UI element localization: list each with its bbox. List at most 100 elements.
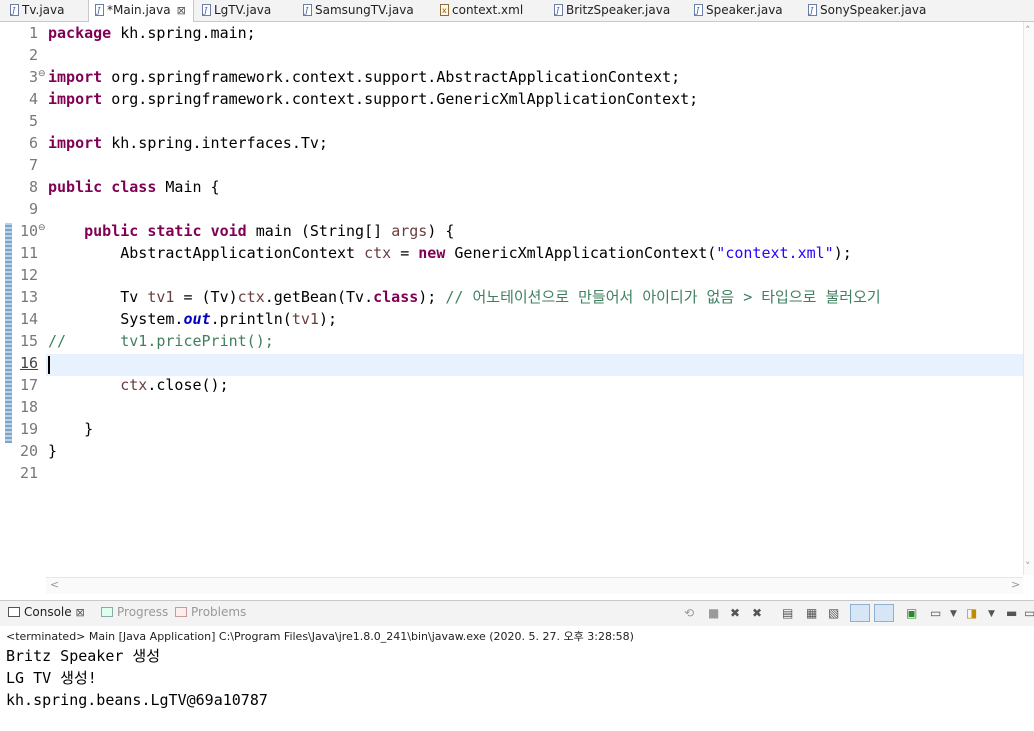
line-number: 16 bbox=[19, 354, 38, 372]
line-number: 11 bbox=[19, 244, 38, 262]
code-line[interactable]: public static void main (String[] args) … bbox=[48, 220, 454, 242]
line-number: 1 bbox=[28, 24, 38, 42]
line-number: 6 bbox=[28, 134, 38, 152]
remove-launch-icon[interactable]: ✖ bbox=[730, 606, 740, 620]
progress-icon bbox=[101, 607, 113, 617]
chevron-down-icon[interactable]: ▼ bbox=[988, 609, 995, 619]
code-line[interactable]: } bbox=[48, 418, 93, 440]
code-token: class bbox=[373, 288, 419, 306]
display-selected-console-icon[interactable]: ▭ bbox=[930, 606, 941, 620]
code-token: // tv1.pricePrint(); bbox=[48, 332, 274, 350]
horizontal-scrollbar[interactable]: < > bbox=[46, 577, 1023, 594]
code-line[interactable]: import org.springframework.context.suppo… bbox=[48, 66, 680, 88]
close-tab-icon[interactable]: ⊠ bbox=[75, 606, 84, 619]
code-token: args bbox=[391, 222, 428, 240]
console-status: <terminated> Main [Java Application] C:\… bbox=[6, 630, 634, 643]
code-line[interactable]: Tv tv1 = (Tv)ctx.getBean(Tv.class); // 어… bbox=[48, 286, 880, 308]
line-number: 10 bbox=[19, 222, 38, 240]
console-output-line: kh.spring.beans.LgTV@69a10787 bbox=[6, 691, 268, 709]
line-number: 15 bbox=[19, 332, 38, 350]
word-wrap-icon[interactable]: ▧ bbox=[828, 606, 839, 620]
maximize-icon[interactable]: ▭ bbox=[1024, 606, 1034, 620]
code-line[interactable]: public class Main { bbox=[48, 176, 220, 198]
java-file-icon bbox=[554, 0, 563, 21]
terminate-icon[interactable]: ■ bbox=[708, 606, 719, 620]
open-console-icon[interactable]: ◨ bbox=[966, 606, 977, 620]
code-line[interactable]: import org.springframework.context.suppo… bbox=[48, 88, 698, 110]
clear-console-icon[interactable]: ▤ bbox=[782, 606, 793, 620]
tab-sonyspeaker-java[interactable]: SonySpeaker.java bbox=[802, 0, 926, 21]
scroll-right-arrow-icon[interactable]: > bbox=[1011, 578, 1020, 591]
code-line[interactable]: package kh.spring.main; bbox=[48, 22, 256, 44]
tab-main-java[interactable]: *Main.java ⊠ bbox=[88, 0, 194, 22]
line-number: 5 bbox=[28, 112, 38, 130]
problems-icon bbox=[175, 607, 187, 617]
show-on-stderr-icon[interactable] bbox=[874, 604, 894, 622]
close-tab-icon[interactable]: ⊠ bbox=[177, 4, 186, 17]
tab-context-xml[interactable]: context.xml bbox=[434, 0, 523, 21]
vertical-scrollbar[interactable]: ˄ ˅ bbox=[1023, 22, 1034, 575]
code-line[interactable]: AbstractApplicationContext ctx = new Gen… bbox=[48, 242, 852, 264]
line-number: 14 bbox=[19, 310, 38, 328]
code-token: import bbox=[48, 90, 103, 108]
code-token: out bbox=[183, 310, 211, 328]
show-on-stdout-icon[interactable] bbox=[850, 604, 870, 622]
code-token: ); bbox=[833, 244, 852, 262]
scroll-down-arrow-icon[interactable]: ˅ bbox=[1025, 560, 1031, 573]
tab-samsungtv-java[interactable]: SamsungTV.java bbox=[297, 0, 414, 21]
code-token: public bbox=[84, 222, 139, 240]
tab-problems[interactable]: Problems bbox=[175, 605, 246, 619]
tab-britzspeaker-java[interactable]: BritzSpeaker.java bbox=[548, 0, 670, 21]
tab-lgtv-java[interactable]: LgTV.java bbox=[196, 0, 271, 21]
scroll-left-arrow-icon[interactable]: < bbox=[50, 578, 59, 591]
code-token: main (String[] bbox=[246, 222, 392, 240]
code-line[interactable]: ctx.close(); bbox=[48, 374, 229, 396]
tab-label: Problems bbox=[191, 605, 247, 619]
tab-speaker-java[interactable]: Speaker.java bbox=[688, 0, 783, 21]
disconnect-icon[interactable]: ⟲ bbox=[684, 606, 694, 620]
tab-tv-java[interactable]: Tv.java bbox=[4, 0, 64, 21]
scroll-lock-icon[interactable]: ▦ bbox=[806, 606, 817, 620]
line-number: 7 bbox=[28, 156, 38, 174]
code-token: "context.xml" bbox=[716, 244, 834, 262]
java-file-icon bbox=[694, 0, 703, 21]
console-output-line: LG TV 생성! bbox=[6, 669, 97, 687]
chevron-down-icon[interactable]: ▼ bbox=[950, 609, 957, 619]
tab-progress[interactable]: Progress bbox=[101, 605, 168, 619]
pin-console-icon[interactable]: ▣ bbox=[906, 606, 917, 620]
fold-collapse-icon[interactable]: ⊖ bbox=[38, 69, 46, 79]
tab-label: context.xml bbox=[452, 3, 524, 17]
code-token: Tv bbox=[48, 288, 148, 306]
remove-all-terminated-icon[interactable]: ✖ bbox=[752, 606, 762, 620]
code-line[interactable]: // tv1.pricePrint(); bbox=[48, 330, 274, 352]
code-area[interactable]: package kh.spring.main; import org.spring… bbox=[48, 22, 1022, 575]
code-token: System. bbox=[48, 310, 184, 328]
code-token: .close(); bbox=[147, 376, 229, 394]
line-number: 3 bbox=[28, 68, 38, 86]
line-number: 9 bbox=[28, 200, 38, 218]
code-line[interactable]: import kh.spring.interfaces.Tv; bbox=[48, 132, 328, 154]
code-token: class bbox=[111, 178, 157, 196]
code-token: .println( bbox=[210, 310, 292, 328]
code-token: ctx bbox=[237, 288, 265, 306]
code-token: ctx bbox=[364, 244, 392, 262]
code-token: kh.spring.main; bbox=[111, 24, 256, 42]
code-line[interactable]: System.out.println(tv1); bbox=[48, 308, 337, 330]
xml-file-icon bbox=[440, 0, 449, 21]
minimize-icon[interactable]: ▬ bbox=[1006, 606, 1017, 620]
line-number: 20 bbox=[19, 442, 38, 460]
text-caret bbox=[48, 356, 50, 374]
line-number: 4 bbox=[28, 90, 38, 108]
fold-collapse-icon[interactable]: ⊖ bbox=[38, 223, 46, 233]
tab-label: Speaker.java bbox=[706, 3, 783, 17]
tab-console[interactable]: Console ⊠ bbox=[8, 605, 85, 619]
code-editor[interactable]: 1 2 3 ⊖ 4 5 6 7 8 9 10 ⊖ 11 12 13 14 15 16 17 18 19 20 21 pack… bbox=[0, 22, 1034, 594]
code-line[interactable]: } bbox=[48, 440, 57, 462]
console-tab-bar: Console ⊠ Progress Problems ⟲ ■ ✖ ✖ ▤ ▦ … bbox=[0, 601, 1034, 626]
code-token: } bbox=[48, 420, 94, 438]
scroll-up-arrow-icon[interactable]: ˄ bbox=[1025, 24, 1031, 37]
